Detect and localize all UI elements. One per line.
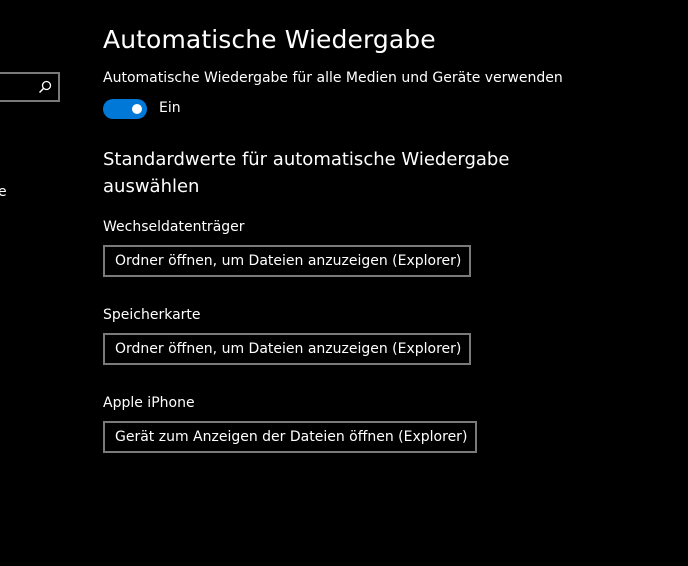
toggle-knob [132, 104, 142, 114]
page-title: Automatische Wiedergabe [103, 25, 436, 54]
toggle-state-label: Ein [159, 100, 181, 116]
search-input[interactable] [0, 72, 60, 102]
search-icon [38, 80, 52, 94]
apple-iphone-label: Apple iPhone [103, 395, 195, 411]
apple-iphone-dropdown[interactable]: Gerät zum Anzeigen der Dateien öffnen (E… [103, 421, 477, 453]
dropdown-value: Ordner öffnen, um Dateien anzuzeigen (Ex… [115, 253, 462, 269]
autoplay-toggle-label: Automatische Wiedergabe für alle Medien … [103, 70, 563, 86]
removable-drive-label: Wechseldatenträger [103, 219, 245, 235]
autoplay-toggle[interactable] [103, 99, 147, 119]
memory-card-label: Speicherkarte [103, 307, 201, 323]
dropdown-value: Ordner öffnen, um Dateien anzuzeigen (Ex… [115, 341, 462, 357]
section-title-defaults: Standardwerte für automatische Wiedergab… [103, 149, 510, 197]
dropdown-value: Gerät zum Anzeigen der Dateien öffnen (E… [115, 429, 468, 445]
memory-card-dropdown[interactable]: Ordner öffnen, um Dateien anzuzeigen (Ex… [103, 333, 471, 365]
removable-drive-dropdown[interactable]: Ordner öffnen, um Dateien anzuzeigen (Ex… [103, 245, 471, 277]
sidebar-item-label[interactable]: e [0, 184, 7, 200]
